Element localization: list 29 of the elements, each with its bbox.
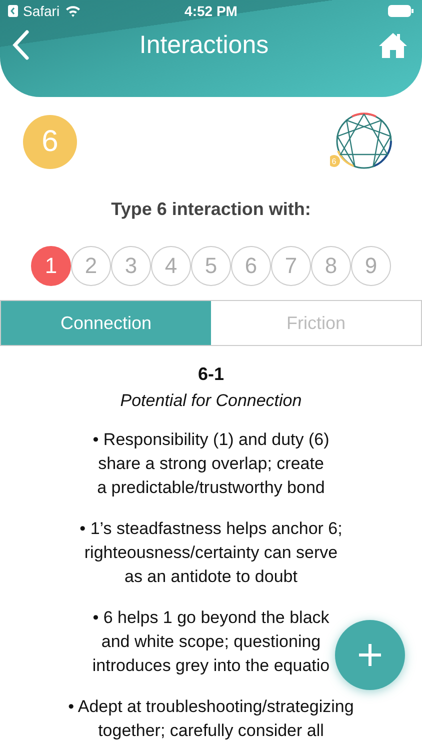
type-selector[interactable]: 5 — [191, 246, 231, 286]
type-selector[interactable]: 8 — [311, 246, 351, 286]
tab[interactable]: Connection — [1, 301, 211, 345]
type-selector[interactable]: 7 — [271, 246, 311, 286]
type-selector[interactable]: 1 — [31, 246, 71, 286]
type-badge: 6 — [23, 115, 77, 169]
home-icon[interactable] — [378, 31, 408, 59]
back-app-label[interactable]: Safari — [23, 3, 60, 19]
type-selector[interactable]: 3 — [111, 246, 151, 286]
status-time: 4:52 PM — [184, 3, 238, 19]
add-button[interactable] — [335, 620, 405, 690]
bullet-text: • 6 helps 1 go beyond the black and white scope; questioning introduces grey into the equatio — [92, 607, 330, 677]
content-heading: 6-1 — [196, 364, 225, 385]
bullet-text: • Responsibility (1) and duty (6) share a strong overlap; create a predictable/trustworthy bond — [92, 429, 330, 499]
bullet-text: • Adept at troubleshooting/strategizing together; carefully consider all — [68, 696, 354, 742]
page-title: Interactions — [139, 30, 269, 60]
wifi-icon — [64, 5, 81, 17]
type-selector[interactable]: 6 — [231, 246, 271, 286]
type-selector[interactable]: 2 — [71, 246, 111, 286]
enneagram-badge-label: 6 — [332, 157, 336, 166]
type-selector[interactable]: 4 — [151, 246, 191, 286]
back-arrow-icon[interactable] — [8, 5, 18, 17]
content-subtitle: Potential for Connection — [119, 391, 303, 411]
back-chevron-icon[interactable] — [12, 30, 30, 60]
prompt-label: Type 6 interaction with: — [110, 199, 312, 220]
battery-icon — [388, 5, 414, 17]
bullet-text: • 1’s steadfastness helps anchor 6; righteousness/certainty can serve as an antidote to doubt — [80, 518, 342, 588]
plus-icon — [358, 643, 382, 667]
type-selector[interactable]: 9 — [351, 246, 391, 286]
